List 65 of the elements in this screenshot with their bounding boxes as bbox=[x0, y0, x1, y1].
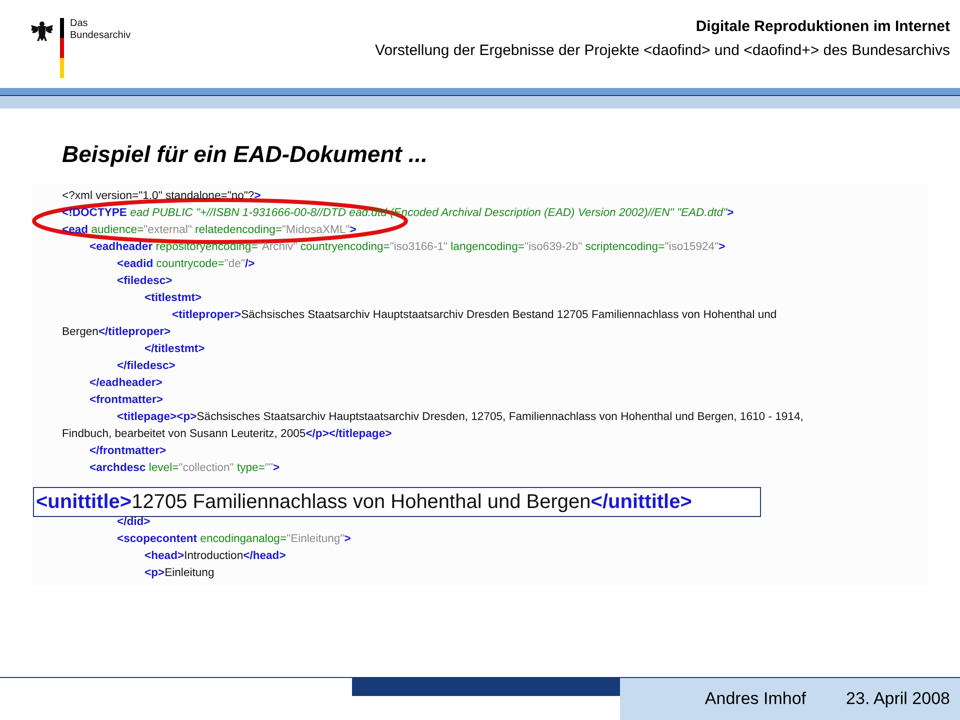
code-text: Sächsisches Staatsarchiv Hauptstaatsarchiv Dresden, 12705, Familiennachlass von Hohenthal und Bergen, 1610 - 1914, bbox=[196, 410, 804, 425]
code-tag: > bbox=[718, 238, 726, 256]
code-text: Sächsisches Staatsarchiv Hauptstaatsarchiv Dresden Bestand 12705 Familiennachlass von Hohenthal und bbox=[241, 308, 777, 323]
code-tag: </head> bbox=[243, 548, 286, 564]
code-text: Einleitung bbox=[164, 566, 214, 581]
code-tag: <unittitle> bbox=[36, 486, 132, 516]
code-tag: > bbox=[350, 222, 356, 238]
code-value: "de" bbox=[224, 256, 245, 272]
code-attribute: scriptencoding= bbox=[584, 240, 665, 255]
code-value: "Archiv" bbox=[258, 240, 298, 255]
slide-title: Beispiel für ein EAD-Dokument ... bbox=[62, 140, 428, 169]
code-text: 12705 Familiennachlass von Hohenthal und Bergen bbox=[132, 490, 591, 514]
code-tag: </titleproper> bbox=[98, 324, 171, 340]
code-tag: <!DOCTYPE bbox=[62, 204, 127, 222]
code-tag: > bbox=[272, 460, 280, 476]
code-tag: > bbox=[254, 188, 261, 204]
code-value: "external" bbox=[144, 222, 192, 238]
code-tag: <scopecontent bbox=[117, 530, 198, 548]
date: 23. April 2008 bbox=[846, 688, 950, 710]
code-tag: > bbox=[727, 204, 734, 222]
flag-stripe bbox=[60, 18, 64, 78]
code-text: Introduction bbox=[184, 548, 244, 564]
code-tag: > bbox=[344, 530, 351, 548]
code-value: "Einleitung" bbox=[286, 532, 344, 547]
code-tag: </p></titlepage> bbox=[306, 426, 392, 442]
code-tag: <p> bbox=[144, 564, 165, 582]
code-attribute: relatedencoding= bbox=[194, 222, 282, 238]
code-value: "iso3166-1" bbox=[390, 240, 448, 255]
code-attribute: countrycode= bbox=[155, 256, 224, 272]
eagle-icon bbox=[30, 20, 54, 44]
code-attribute: langencoding= bbox=[450, 240, 524, 255]
code-value: "iso639-2b" bbox=[524, 240, 582, 255]
code-value: "" bbox=[264, 460, 273, 476]
header-title: Digitale Reproduktionen im Internet bbox=[696, 17, 950, 37]
code-attribute: audience= bbox=[90, 222, 144, 238]
code-tag: <frontmatter> bbox=[90, 392, 163, 408]
code-value: "collection" bbox=[178, 460, 234, 476]
code-text: Findbuch, bearbeitet von Susann Leuteritz, 2005 bbox=[62, 426, 306, 442]
code-tag: <titleproper> bbox=[172, 306, 242, 324]
code-tag: <titlepage><p> bbox=[117, 408, 197, 426]
code-attribute: encodinganalog= bbox=[199, 532, 287, 547]
code-tag: </titlestmt> bbox=[144, 340, 205, 358]
header-subtitle: Vorstellung der Ergebnisse der Projekte <daofind> und <daofind+> des Bundesarchivs bbox=[375, 40, 950, 60]
code-attribute: countryencoding= bbox=[299, 240, 390, 255]
code-tag: </frontmatter> bbox=[90, 442, 166, 460]
code-value: "iso15924" bbox=[664, 240, 719, 255]
code-attribute: type= bbox=[236, 460, 265, 476]
code-tag: <titlestmt> bbox=[144, 290, 202, 306]
code-tag: <archdesc bbox=[90, 460, 146, 476]
code-text: Bergen bbox=[62, 324, 98, 340]
code-tag: <head> bbox=[144, 548, 184, 564]
code-tag: <eadheader bbox=[90, 238, 153, 256]
code-tag: </eadheader> bbox=[90, 374, 162, 392]
code-tag: <eadid bbox=[117, 256, 154, 272]
code-attribute: repositoryencoding= bbox=[154, 240, 258, 255]
logo-text: Das bbox=[70, 18, 89, 30]
logo-text: Bundesarchiv bbox=[70, 30, 131, 42]
code-value: "MidosaXML" bbox=[282, 222, 350, 238]
code-tag: <filedesc> bbox=[117, 272, 172, 290]
code-attribute: level= bbox=[148, 460, 179, 476]
code-tag: </unittitle> bbox=[590, 486, 692, 516]
code-tag: </did> bbox=[117, 514, 150, 530]
code-tag: </filedesc> bbox=[117, 358, 176, 374]
code-tag: /> bbox=[244, 256, 255, 272]
author-name: Andres Imhof bbox=[704, 688, 806, 710]
